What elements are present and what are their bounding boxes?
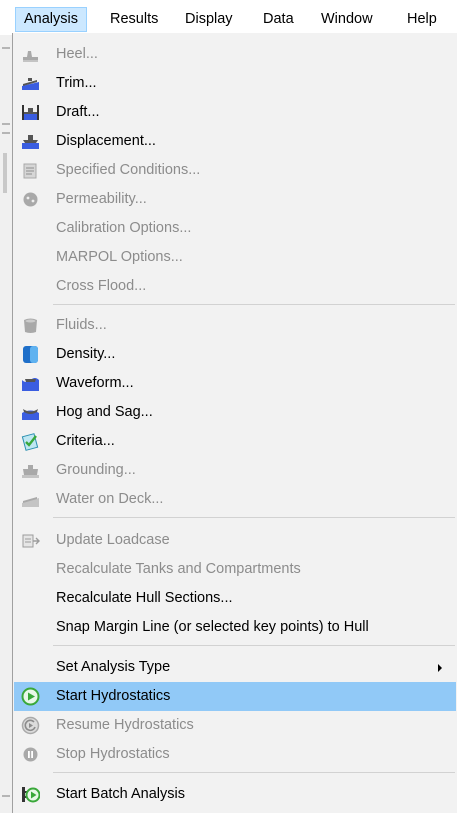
permeability-icon xyxy=(21,190,40,209)
menu-item-label: Permeability... xyxy=(56,191,147,207)
menu-item-label: Displacement... xyxy=(56,133,156,149)
menu-item-label: Criteria... xyxy=(56,433,115,449)
menu-bar: Analysis Results Display Data Window Hel… xyxy=(0,0,457,35)
analysis-dropdown-menu: Heel... Trim... Draft... Displacement...… xyxy=(12,33,457,813)
criteria-icon xyxy=(21,432,40,451)
menu-item-trim[interactable]: Trim... xyxy=(14,69,456,98)
menu-item-draft[interactable]: Draft... xyxy=(14,98,456,127)
pause-icon xyxy=(21,745,40,764)
menu-item-grounding[interactable]: Grounding... xyxy=(14,456,456,485)
batch-play-icon xyxy=(21,785,40,804)
submenu-arrow-icon xyxy=(438,664,442,672)
menu-window[interactable]: Window xyxy=(313,7,381,32)
play-icon xyxy=(21,687,40,706)
resume-icon xyxy=(21,716,40,735)
menu-item-label: Resume Hydrostatics xyxy=(56,717,194,733)
menu-analysis[interactable]: Analysis xyxy=(15,7,87,32)
menu-item-label: Recalculate Hull Sections... xyxy=(56,590,233,606)
menu-item-label: Stop Hydrostatics xyxy=(56,746,170,762)
grounding-icon xyxy=(21,461,40,480)
menu-item-set-analysis-type[interactable]: Set Analysis Type xyxy=(14,653,456,682)
trim-icon xyxy=(21,74,40,93)
menu-item-recalculate-hull-sections[interactable]: Recalculate Hull Sections... xyxy=(14,584,456,613)
density-icon xyxy=(21,345,40,364)
menu-item-label: Grounding... xyxy=(56,462,136,478)
menu-item-label: Recalculate Tanks and Compartments xyxy=(56,561,301,577)
menu-item-label: Specified Conditions... xyxy=(56,162,201,178)
menu-item-label: Fluids... xyxy=(56,317,107,333)
menu-item-label: Start Batch Analysis xyxy=(56,786,185,802)
menu-item-update-loadcase[interactable]: Update Loadcase xyxy=(14,526,456,555)
menu-item-label: Update Loadcase xyxy=(56,532,170,548)
update-loadcase-icon xyxy=(21,531,40,550)
menu-results[interactable]: Results xyxy=(102,7,166,32)
menu-item-criteria[interactable]: Criteria... xyxy=(14,427,456,456)
water-on-deck-icon xyxy=(21,490,40,509)
menu-item-fluids[interactable]: Fluids... xyxy=(14,311,456,340)
menu-item-resume-hydrostatics[interactable]: Resume Hydrostatics xyxy=(14,711,456,740)
menu-separator xyxy=(53,645,455,646)
menu-item-heel[interactable]: Heel... xyxy=(14,40,456,69)
menu-item-water-on-deck[interactable]: Water on Deck... xyxy=(14,485,456,514)
specified-conditions-icon xyxy=(21,161,40,180)
menu-item-label: Hog and Sag... xyxy=(56,404,153,420)
menu-separator xyxy=(53,772,455,773)
hog-sag-icon xyxy=(21,403,40,422)
menu-item-start-hydrostatics[interactable]: Start Hydrostatics xyxy=(14,682,456,711)
menu-item-start-batch-analysis[interactable]: Start Batch Analysis xyxy=(14,780,456,809)
menu-separator xyxy=(53,517,455,518)
menu-item-hog-and-sag[interactable]: Hog and Sag... xyxy=(14,398,456,427)
menu-item-label: Snap Margin Line (or selected key points… xyxy=(56,619,369,635)
menu-help[interactable]: Help xyxy=(399,7,445,32)
menu-item-recalculate-tanks[interactable]: Recalculate Tanks and Compartments xyxy=(14,555,456,584)
menu-item-label: Cross Flood... xyxy=(56,278,147,294)
menu-item-snap-margin-line[interactable]: Snap Margin Line (or selected key points… xyxy=(14,613,456,642)
fluids-icon xyxy=(21,316,40,335)
menu-item-label: Draft... xyxy=(56,104,100,120)
menu-item-label: Set Analysis Type xyxy=(56,659,171,675)
menu-item-density[interactable]: Density... xyxy=(14,340,456,369)
draft-icon xyxy=(21,103,40,122)
menu-item-cross-flood[interactable]: Cross Flood... xyxy=(14,272,456,301)
menu-item-label: MARPOL Options... xyxy=(56,249,183,265)
displacement-icon xyxy=(21,132,40,151)
menu-item-label: Water on Deck... xyxy=(56,491,164,507)
menu-item-label: Density... xyxy=(56,346,116,362)
menu-item-displacement[interactable]: Displacement... xyxy=(14,127,456,156)
menu-item-label: Heel... xyxy=(56,46,98,62)
menu-display[interactable]: Display xyxy=(177,7,241,32)
menu-data[interactable]: Data xyxy=(255,7,302,32)
menu-item-marpol-options[interactable]: MARPOL Options... xyxy=(14,243,456,272)
menu-item-waveform[interactable]: Waveform... xyxy=(14,369,456,398)
menu-item-stop-hydrostatics[interactable]: Stop Hydrostatics xyxy=(14,740,456,769)
menu-item-label: Waveform... xyxy=(56,375,134,391)
menu-item-label: Start Hydrostatics xyxy=(56,688,171,704)
menu-item-calibration-options[interactable]: Calibration Options... xyxy=(14,214,456,243)
menu-item-label: Trim... xyxy=(56,75,97,91)
menu-item-specified-conditions[interactable]: Specified Conditions... xyxy=(14,156,456,185)
menu-item-permeability[interactable]: Permeability... xyxy=(14,185,456,214)
heel-icon xyxy=(21,45,40,64)
menu-separator xyxy=(53,304,455,305)
menu-item-label: Calibration Options... xyxy=(56,220,192,236)
waveform-icon xyxy=(21,374,40,393)
